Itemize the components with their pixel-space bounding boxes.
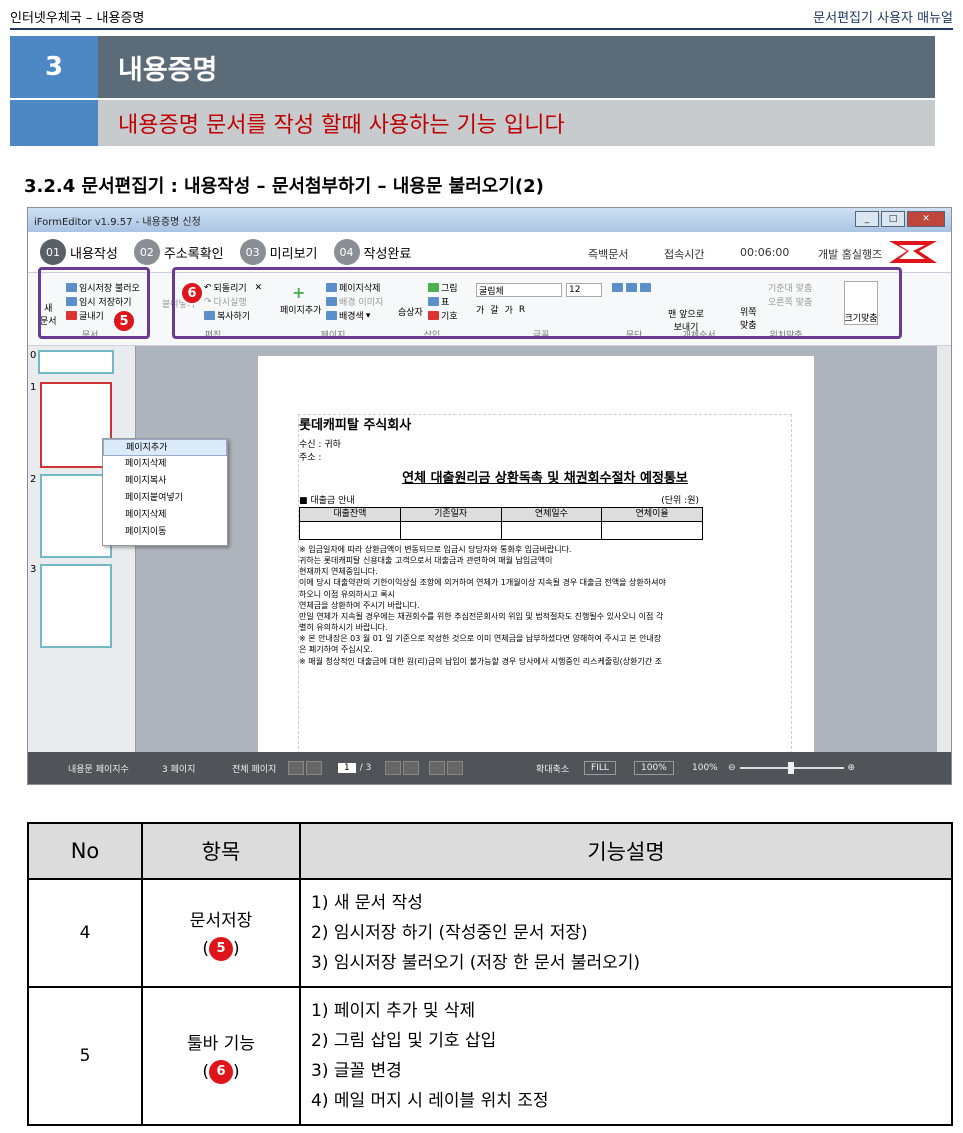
- thumb-page-0[interactable]: [38, 350, 114, 374]
- page-nav: 1 / 3: [288, 752, 465, 784]
- total-page-label: 전체 페이지: [232, 764, 277, 775]
- doc-line: 하오니 이점 유의하시고 록시: [299, 589, 395, 599]
- menu-paste-page[interactable]: 페이지붙여넣기: [103, 490, 227, 507]
- minimize-button[interactable]: _: [855, 211, 879, 227]
- doc-line: 은 폐기하여 주십시오.: [299, 645, 373, 655]
- editor-workspace: 0 1 2 3 페이지추가 페이지삭제 페이지복사 페이지붙여넣기 페이지삭제 …: [28, 346, 951, 754]
- status-doc: 즉백문서: [588, 248, 629, 261]
- window-titlebar: iFormEditor v1.9.57 - 내용증명 신청 _ □ ✕: [28, 208, 951, 232]
- doc-line: 별히 유의하시기 바랍니다.: [299, 623, 388, 633]
- status-user: 개발 홈실행즈: [818, 248, 883, 261]
- doc-line: ※ 매월 청상적인 대출금에 대한 원(리)금의 납입이 불가능할 경우 당사에…: [299, 656, 663, 666]
- step-2[interactable]: 02 주소록확인: [133, 239, 224, 265]
- doc-line: 만일 연체가 지속될 경우에는 채권회수를 위한 추심전문회사의 위임 및 법적…: [299, 611, 664, 621]
- zoom-in-icon[interactable]: ⊕: [848, 763, 856, 773]
- doc-loan-table: 대출잔액 기존일자 연체일수 연체이율: [299, 507, 703, 540]
- zoom-label: 확대축소: [536, 764, 570, 775]
- badge-5: 5: [112, 309, 136, 333]
- chapter-title: 내용증명: [118, 54, 218, 86]
- step-1[interactable]: 01 내용작성: [40, 239, 118, 265]
- header-left: 인터넷우체국 – 내용증명: [10, 10, 145, 26]
- page-header: 인터넷우체국 – 내용증명 문서편집기 사용자 매뉴얼: [10, 4, 953, 30]
- window-title: iFormEditor v1.9.57 - 내용증명 신청: [34, 216, 201, 228]
- doc-line: ※ 본 안내장은 03 월 01 일 기준으로 작성한 것으로 이미 연체금을 …: [299, 634, 662, 644]
- fit-width-button[interactable]: [447, 761, 464, 775]
- page-count-label: 내용문 페이지수: [68, 764, 129, 775]
- header-right: 문서편집기 사용자 매뉴얼: [813, 10, 953, 26]
- doc-line: 이에 당시 대출약관의 기한이익상실 조항에 의거하여 연체가 1개월이상 지속…: [299, 578, 666, 588]
- document-page: 롯데캐피탈 주식회사 수신 : 귀하 주소 : 연체 대출원리금 상환독촉 및 …: [258, 356, 814, 754]
- row-badge: 5: [209, 936, 233, 961]
- editor-statusbar: 내용문 페이지수 3 페이지 전체 페이지 1 / 3 확대축소 FILL 10…: [28, 752, 951, 784]
- page-count: 3 페이지: [162, 764, 196, 775]
- col-no: No: [27, 822, 143, 880]
- doc-unit: (단위 :원): [661, 495, 699, 506]
- menu-add-page[interactable]: 페이지추가: [103, 439, 227, 456]
- step-3[interactable]: 03 미리보기: [239, 239, 318, 265]
- menu-copy-page[interactable]: 페이지복사: [103, 473, 227, 490]
- zoom-thumb[interactable]: [787, 762, 794, 774]
- table-row: 5 툴바 기능 (6) 1) 페이지 추가 및 삭제 2) 그림 삽입 및 기호…: [27, 986, 953, 1126]
- badge-6: 6: [180, 281, 204, 305]
- doc-line: 연체금을 상환하여 주시기 바랍니다.: [299, 600, 420, 610]
- row-item: 문서저장: [189, 910, 253, 931]
- thumb-page-3[interactable]: [40, 564, 112, 648]
- zoom-out-icon[interactable]: ⊖: [728, 763, 736, 773]
- menu-delete-page[interactable]: 페이지삭제: [103, 456, 227, 473]
- last-page-button[interactable]: [403, 761, 420, 775]
- zoom-value: 100%: [692, 763, 718, 773]
- first-page-button[interactable]: [288, 761, 304, 775]
- fill-button[interactable]: FILL: [584, 752, 616, 784]
- fit-page-button[interactable]: [429, 761, 446, 775]
- menu-delete-page-2[interactable]: 페이지삭제: [103, 507, 227, 524]
- step-4[interactable]: 04 작성완료: [333, 239, 411, 265]
- chapter-subtitle: 내용증명 문서를 작성 할때 사용하는 기능 입니다: [118, 113, 565, 138]
- doc-recipient: 수신 : 귀하: [299, 440, 341, 451]
- post-logo-icon: [889, 241, 937, 263]
- menu-move-page[interactable]: 페이지이동: [103, 524, 227, 541]
- doc-company: 롯데캐피탈 주식회사: [299, 418, 412, 433]
- total-pages: / 3: [359, 763, 372, 773]
- context-menu: 페이지추가 페이지삭제 페이지복사 페이지붙여넣기 페이지삭제 페이지이동: [102, 438, 228, 546]
- doc-address: 주소 :: [299, 452, 322, 463]
- function-table: No 항목 기능설명 4 문서저장 (5) 1) 새 문서 작성 2) 임시저장…: [27, 822, 953, 1126]
- row-item: 툴바 기능: [187, 1033, 255, 1054]
- ribbon-toolbar: 새 문서 임시저장 불러오 임시 저장하기 글내기 문서 붙여넣기 ↶ 되돌리기 ✕…: [28, 267, 951, 346]
- zoom-slider[interactable]: ⊖ ⊕: [728, 752, 855, 784]
- chapter-number: 3: [10, 36, 98, 98]
- table-row: 4 문서저장 (5) 1) 새 문서 작성 2) 임시저장 하기 (작성중인 문…: [27, 878, 953, 988]
- chapter-band: 3 내용증명: [10, 36, 935, 98]
- current-page-input[interactable]: 1: [338, 763, 356, 773]
- row-badge: 6: [209, 1059, 233, 1084]
- doc-loan-info: ■ 대출금 안내: [299, 495, 355, 506]
- close-button[interactable]: ✕: [907, 211, 945, 227]
- document-body[interactable]: 롯데캐피탈 주식회사 수신 : 귀하 주소 : 연체 대출원리금 상환독촉 및 …: [298, 414, 792, 754]
- page-thumbnails: 0 1 2 3: [28, 346, 136, 754]
- status-time: 00:06:00: [740, 246, 790, 259]
- chapter-subtitle-band: 내용증명 문서를 작성 할때 사용하는 기능 입니다: [10, 100, 935, 146]
- next-page-button[interactable]: [385, 761, 402, 775]
- doc-line: 귀하는 롯데캐피탈 신용대출 고객으로서 대출금과 관련하여 매월 납입금액이: [299, 555, 553, 565]
- section-title: 3.2.4 문서편집기 : 내용작성 – 문서첨부하기 – 내용문 불러오기(2…: [24, 176, 544, 197]
- prev-page-button[interactable]: [306, 761, 322, 775]
- col-item: 항목: [141, 822, 301, 880]
- highlight-box-6: [172, 267, 902, 339]
- zoom-100-button[interactable]: 100%: [634, 752, 674, 784]
- doc-title: 연체 대출원리금 상환독촉 및 채권회수절차 예정통보: [402, 471, 688, 487]
- status-access: 접속시간: [664, 248, 705, 261]
- vertical-scrollbar[interactable]: [937, 346, 951, 754]
- col-desc: 기능설명: [299, 822, 953, 880]
- doc-line: 현재까지 연체중입니다.: [299, 567, 378, 577]
- step-bar: 01 내용작성 02 주소록확인 03 미리보기 04 작성완료 즉백문서 접속시간 0…: [28, 232, 951, 272]
- maximize-button[interactable]: □: [881, 211, 905, 227]
- doc-line: ※ 입금일자에 따라 상환금액이 변동되므로 입금시 당당자와 통화후 입금바랍…: [299, 544, 572, 554]
- app-screenshot: iFormEditor v1.9.57 - 내용증명 신청 _ □ ✕ 01 내용…: [27, 207, 952, 785]
